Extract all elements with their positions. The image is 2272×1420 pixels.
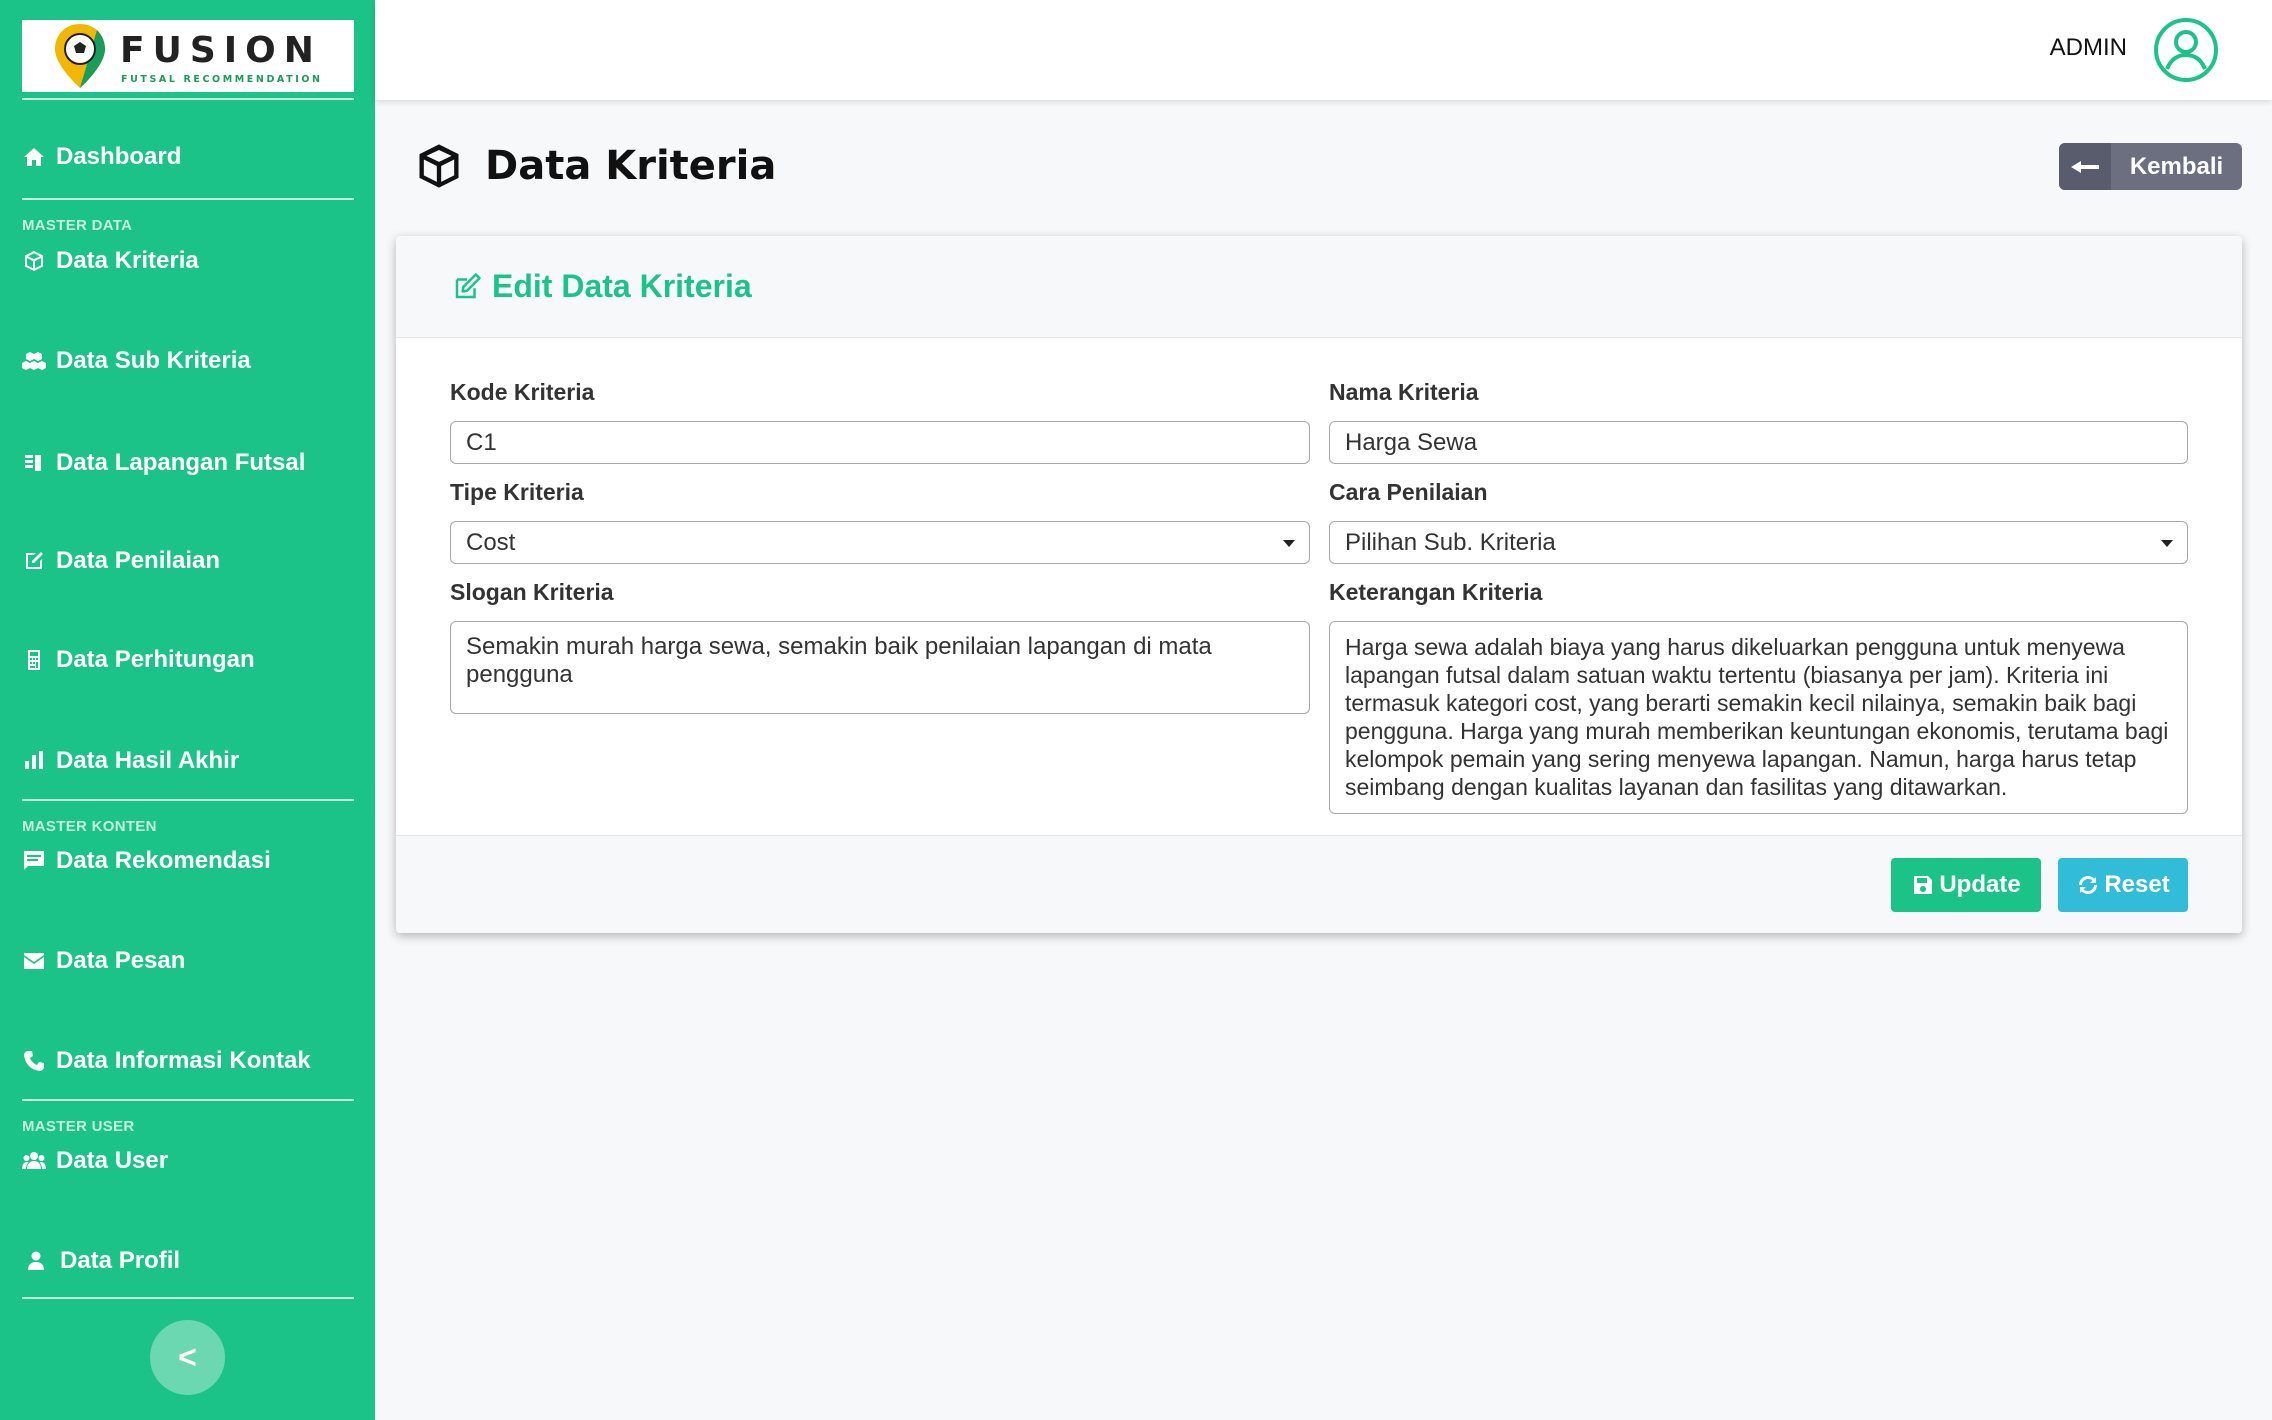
edit-square-icon xyxy=(22,549,56,573)
sidebar: FUSION FUTSAL RECOMMENDATION Dashboard M… xyxy=(0,0,375,1420)
home-icon xyxy=(22,145,56,169)
arrow-left-icon xyxy=(2059,143,2111,190)
sidebar-item-label: Data Kriteria xyxy=(56,247,199,274)
update-button-label: Update xyxy=(1939,871,2021,898)
bar-chart-icon xyxy=(22,749,56,773)
list-icon xyxy=(22,451,56,475)
sidebar-item-label: Dashboard xyxy=(56,143,182,170)
divider xyxy=(22,1297,354,1299)
back-button[interactable]: Kembali xyxy=(2059,143,2242,190)
sidebar-item-label: Data Perhitungan xyxy=(56,646,255,673)
phone-icon xyxy=(22,1049,56,1073)
section-label-master-user: MASTER USER xyxy=(22,1118,135,1135)
sidebar-item-label: Data Profil xyxy=(60,1247,181,1274)
keterangan-kriteria-label: Keterangan Kriteria xyxy=(1329,579,1543,605)
keterangan-kriteria-textarea[interactable]: Harga sewa adalah biaya yang harus dikel… xyxy=(1329,621,2188,814)
kode-kriteria-input[interactable]: C1 xyxy=(450,421,1310,464)
divider xyxy=(22,198,354,200)
sync-icon xyxy=(2079,876,2098,894)
calculator-icon xyxy=(22,648,56,672)
nama-kriteria-label: Nama Kriteria xyxy=(1329,379,1479,405)
sidebar-item-data-rekomendasi[interactable]: Data Rekomendasi xyxy=(22,841,271,881)
brand-title: FUSION xyxy=(120,30,322,71)
logo-pin-icon xyxy=(55,24,105,88)
sidebar-item-data-pesan[interactable]: Data Pesan xyxy=(22,941,185,981)
cara-penilaian-select[interactable]: Pilihan Sub. Kriteria xyxy=(1329,521,2188,564)
user-avatar-icon[interactable] xyxy=(2153,17,2219,83)
sidebar-item-data-profil[interactable]: Data Profil xyxy=(22,1241,180,1281)
message-icon xyxy=(22,849,56,873)
sidebar-item-data-lapangan-futsal[interactable]: Data Lapangan Futsal xyxy=(22,443,305,483)
page-title: Data Kriteria xyxy=(485,143,777,189)
section-label-master-data: MASTER DATA xyxy=(22,217,133,234)
sidebar-item-data-kriteria[interactable]: Data Kriteria xyxy=(22,241,199,281)
caret-down-icon xyxy=(2161,540,2173,547)
divider xyxy=(22,98,354,100)
section-label-master-konten: MASTER KONTEN xyxy=(22,818,157,835)
sidebar-item-data-sub-kriteria[interactable]: Data Sub Kriteria xyxy=(22,341,251,381)
sidebar-item-label: Data Sub Kriteria xyxy=(56,347,251,374)
cube-icon xyxy=(22,249,56,273)
slogan-kriteria-textarea[interactable]: Semakin murah harga sewa, semakin baik p… xyxy=(450,621,1310,714)
user-icon xyxy=(22,1249,60,1273)
sidebar-item-label: Data User xyxy=(56,1147,169,1174)
edit-icon xyxy=(455,272,481,298)
sidebar-item-label: Data Penilaian xyxy=(56,547,221,574)
nama-kriteria-input[interactable]: Harga Sewa xyxy=(1329,421,2188,464)
sidebar-item-data-user[interactable]: Data User xyxy=(22,1141,168,1181)
sidebar-item-data-hasil-akhir[interactable]: Data Hasil Akhir xyxy=(22,741,239,781)
reset-button[interactable]: Reset xyxy=(2058,858,2188,912)
card-title-text: Edit Data Kriteria xyxy=(492,268,752,304)
save-icon xyxy=(1914,876,1933,894)
sidebar-item-label: Data Hasil Akhir xyxy=(56,747,240,774)
brand-subtitle: FUTSAL RECOMMENDATION xyxy=(121,74,323,85)
card-title: Edit Data Kriteria xyxy=(452,268,752,305)
sidebar-item-data-informasi-kontak[interactable]: Data Informasi Kontak xyxy=(22,1041,311,1081)
sidebar-item-label: Data Lapangan Futsal xyxy=(56,449,306,476)
sidebar-item-label: Data Pesan xyxy=(56,947,186,974)
divider xyxy=(22,1099,354,1101)
cara-penilaian-value: Pilihan Sub. Kriteria xyxy=(1345,528,1556,556)
brand-logo[interactable]: FUSION FUTSAL RECOMMENDATION xyxy=(22,20,354,92)
user-name-label[interactable]: ADMIN xyxy=(2050,34,2127,62)
back-button-label: Kembali xyxy=(2129,152,2224,180)
sidebar-item-data-perhitungan[interactable]: Data Perhitungan xyxy=(22,640,255,680)
sidebar-item-label: Data Rekomendasi xyxy=(56,847,271,874)
tipe-kriteria-value: Cost xyxy=(466,528,516,556)
cara-penilaian-label: Cara Penilaian xyxy=(1329,479,1488,505)
sidebar-item-data-penilaian[interactable]: Data Penilaian xyxy=(22,541,220,581)
sidebar-collapse-button[interactable]: < xyxy=(150,1320,225,1395)
edit-form-card: Edit Data Kriteria Kode Kriteria C1 Nama… xyxy=(396,236,2242,933)
kode-kriteria-label: Kode Kriteria xyxy=(450,379,595,405)
tipe-kriteria-select[interactable]: Cost xyxy=(450,521,1310,564)
users-icon xyxy=(22,1149,56,1173)
slogan-kriteria-label: Slogan Kriteria xyxy=(450,579,614,605)
sidebar-item-label: Data Informasi Kontak xyxy=(56,1047,311,1074)
card-header: Edit Data Kriteria xyxy=(396,236,2242,338)
tipe-kriteria-label: Tipe Kriteria xyxy=(450,479,584,505)
page-header: Data Kriteria xyxy=(413,140,776,192)
topbar: ADMIN xyxy=(375,0,2272,100)
caret-down-icon xyxy=(1283,540,1295,547)
sidebar-item-dashboard[interactable]: Dashboard xyxy=(22,137,181,177)
update-button[interactable]: Update xyxy=(1891,858,2041,912)
divider xyxy=(22,799,354,801)
cube-icon xyxy=(419,144,459,188)
cubes-icon xyxy=(22,349,56,373)
reset-button-label: Reset xyxy=(2104,871,2170,898)
envelope-icon xyxy=(22,949,56,973)
